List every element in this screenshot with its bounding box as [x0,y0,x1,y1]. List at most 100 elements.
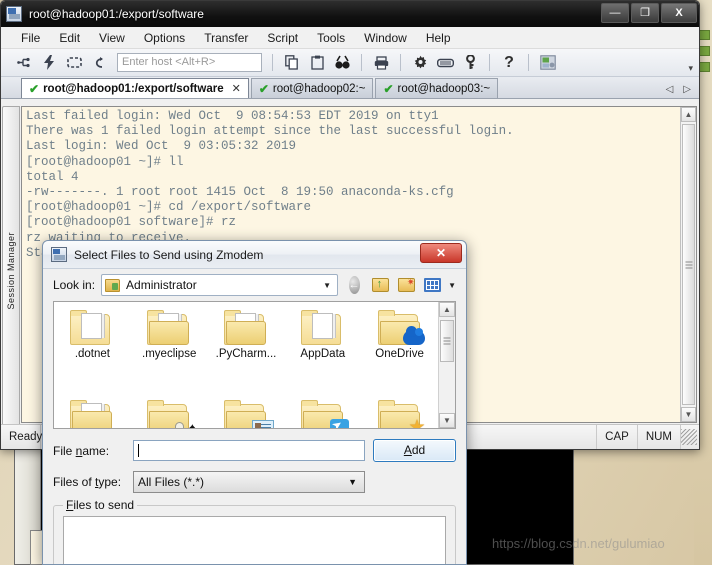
scrollbar-thumb[interactable] [682,124,695,405]
file-name-label: File name: [53,443,110,458]
list-item[interactable]: ★ [361,396,438,428]
tab-connected-icon: ✔ [258,81,269,96]
menu-file[interactable]: File [19,30,42,46]
file-label: .PyCharm... [215,348,277,360]
add-button[interactable]: Add [373,439,456,462]
menu-bar: File Edit View Options Transfer Script T… [1,27,699,49]
text-caret [138,444,139,457]
files-to-send-list[interactable] [63,516,446,564]
look-in-value: Administrator [126,278,197,292]
menu-view[interactable]: View [97,30,127,46]
menu-options[interactable]: Options [142,30,187,46]
list-item[interactable] [284,396,361,428]
tab-next-icon[interactable]: ▷ [683,84,691,95]
minimize-button[interactable]: — [601,3,629,23]
list-item[interactable]: .dotnet [54,306,131,396]
settings-gear-icon[interactable] [411,54,429,72]
file-list-scrollbar[interactable]: ▲ ▼ [438,302,455,428]
menu-help[interactable]: Help [424,30,453,46]
games-folder-icon: ♠ [147,398,196,428]
list-item[interactable]: AppData [284,306,361,396]
tab-prev-icon[interactable]: ◁ [666,84,674,95]
maximize-button[interactable]: ❐ [631,3,659,23]
shortcut-arrow-icon [329,419,349,428]
favorites-folder-icon: ★ [377,398,426,428]
files-to-send-legend: Files to send [63,498,138,512]
host-placeholder: Enter host <Alt+R> [122,56,216,68]
scroll-up-icon[interactable]: ▲ [439,302,455,317]
menu-tools[interactable]: Tools [315,30,347,46]
list-item[interactable]: OneDrive [361,306,438,396]
chevron-down-icon[interactable]: ▼ [348,477,357,487]
list-item[interactable]: .PyCharm... [208,306,285,396]
tab-hadoop01[interactable]: ✔ root@hadoop01:/export/software ✕ [21,78,249,98]
tab-connected-icon: ✔ [29,81,40,96]
menu-transfer[interactable]: Transfer [202,30,250,46]
file-grid: .dotnet .myeclipse .PyCharm... AppData O… [54,306,438,428]
dialog-title-bar: Select Files to Send using Zmodem ✕ [43,241,466,269]
user-folder-icon [105,278,121,292]
list-item[interactable]: ♠ [131,396,208,428]
file-browser-list[interactable]: .dotnet .myeclipse .PyCharm... AppData O… [53,301,456,429]
toolbar-overflow-icon[interactable]: ▾ [688,63,693,74]
scroll-up-icon[interactable]: ▲ [681,107,696,122]
view-menu-button[interactable] [422,275,442,295]
back-button[interactable]: ← [344,275,364,295]
close-button[interactable]: X [661,3,697,23]
scrollbar-grip [443,337,451,345]
files-of-type-value: All Files (*.*) [138,475,205,489]
dialog-close-button[interactable]: ✕ [420,243,462,263]
star-icon: ★ [408,417,426,429]
menu-script[interactable]: Script [265,30,300,46]
paste-icon[interactable] [308,54,326,72]
tab-navigation: ◁ ▷ [666,84,691,95]
look-in-label: Look in: [53,278,96,292]
find-icon[interactable] [333,54,351,72]
quick-connect-icon[interactable] [40,54,58,72]
tab-label: root@hadoop03:~ [397,82,491,95]
look-in-combobox[interactable]: Administrator ▼ [101,274,339,296]
tab-close-icon[interactable]: ✕ [232,82,241,95]
connect-in-tab-icon[interactable] [65,54,83,72]
tab-hadoop02[interactable]: ✔ root@hadoop02:~ [250,78,374,98]
securecrt-icon [51,247,67,262]
title-bar: root@hadoop01:/export/software — ❐ X [1,1,699,27]
file-name-input[interactable] [133,440,365,461]
keyboard-icon[interactable] [436,54,454,72]
scroll-down-icon[interactable]: ▼ [681,407,696,422]
list-item[interactable]: .myeclipse [131,306,208,396]
folder-icon [147,308,191,345]
print-icon[interactable] [372,54,390,72]
session-manager-tab[interactable]: Session Manager [2,106,20,436]
view-menu-chevron-icon[interactable]: ▼ [448,281,456,290]
chevron-down-icon[interactable]: ▼ [323,281,331,290]
terminal-scrollbar[interactable]: ▲ ▼ [680,107,696,422]
folder-icon [70,398,114,428]
tab-hadoop03[interactable]: ✔ root@hadoop03:~ [375,78,499,98]
list-item[interactable] [208,396,285,428]
list-item[interactable] [54,396,131,428]
tab-connected-icon: ✔ [383,81,394,96]
contact-card-icon [251,420,274,428]
status-num: NUM [638,425,682,449]
connect-icon[interactable] [15,54,33,72]
session-options-icon[interactable] [539,54,557,72]
files-of-type-combobox[interactable]: All Files (*.*) ▼ [133,471,365,493]
toolbar-separator [528,54,529,71]
menu-window[interactable]: Window [362,30,409,46]
toolbar-separator [400,54,401,71]
host-input[interactable]: Enter host <Alt+R> [117,53,262,72]
reconnect-icon[interactable] [90,54,108,72]
scroll-down-icon[interactable]: ▼ [439,413,455,428]
links-folder-icon [300,398,349,428]
key-icon[interactable] [461,54,479,72]
up-one-level-button[interactable]: ↑ [370,275,390,295]
file-label: .dotnet [74,348,110,360]
copy-icon[interactable] [283,54,301,72]
menu-edit[interactable]: Edit [57,30,82,46]
help-icon[interactable]: ? [500,54,518,72]
new-folder-button[interactable]: ✷ [396,275,416,295]
scrollbar-thumb[interactable] [440,320,454,362]
resize-grip-icon[interactable] [681,429,698,445]
files-of-type-label: Files of type: [53,475,122,489]
